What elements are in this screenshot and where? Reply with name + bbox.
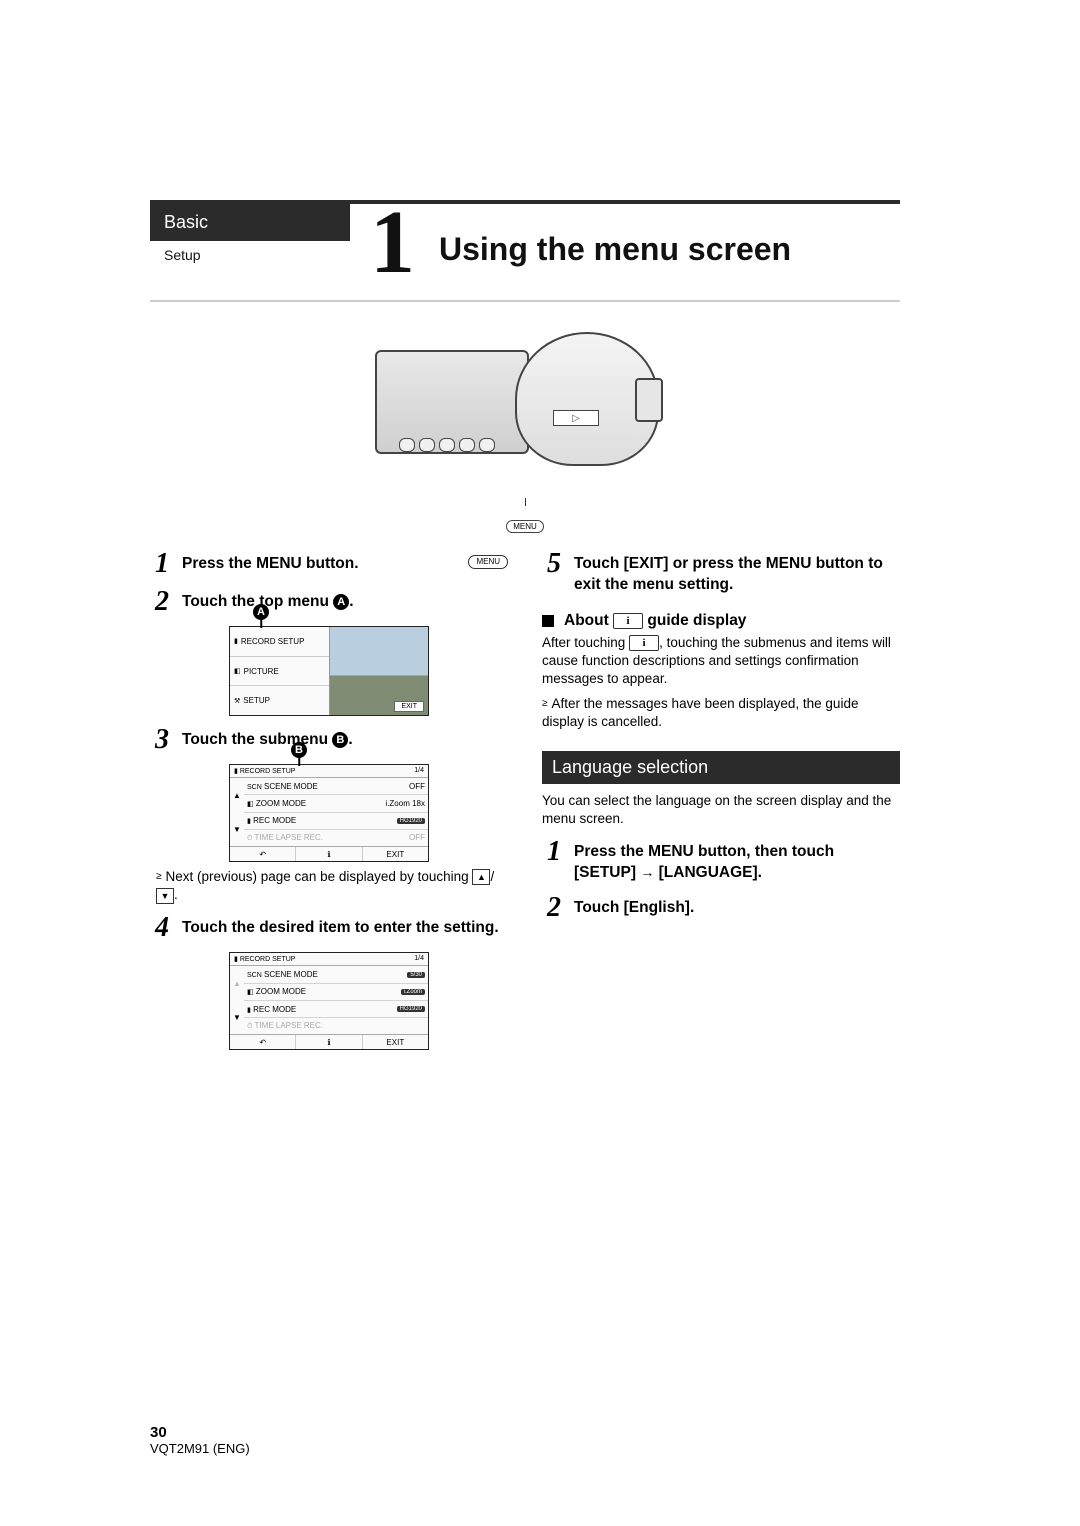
arrow-right-icon: → [640, 864, 654, 880]
page-footer: 30 VQT2M91 (ENG) [150, 1424, 250, 1456]
about-guide-heading: About i guide display [542, 612, 900, 630]
step-text: Press the MENU button. [182, 555, 359, 572]
page-number: 30 [150, 1424, 250, 1441]
step-number: 2 [150, 588, 174, 616]
category-label: Basic [150, 204, 350, 241]
screenshot-top-menu: A ▮RECORD SETUP ◧PICTURE ⚒SETUP EXIT [229, 626, 429, 716]
step-3: 3 Touch the submenu B. [150, 726, 508, 754]
step-number: 1 [542, 838, 566, 866]
step-text: Touch the desired item to enter the sett… [182, 914, 508, 939]
step-number: 2 [542, 894, 566, 922]
lang-step-1: 1 Press the MENU button, then touch [SET… [542, 838, 900, 884]
step-4: 4 Touch the desired item to enter the se… [150, 914, 508, 942]
chapter-title: Using the menu screen [439, 231, 791, 268]
step-2: 2 Touch the top menu A. [150, 588, 508, 616]
menu-pointer: MENU [150, 498, 900, 534]
chapter-number: 1 [370, 198, 415, 288]
language-intro: You can select the language on the scree… [542, 792, 900, 828]
step-number: 5 [542, 550, 566, 578]
down-key-icon: ▼ [156, 888, 174, 904]
about-paragraph: After touching i, touching the submenus … [542, 634, 900, 689]
camcorder-illustration [375, 332, 675, 492]
doc-code: VQT2M91 (ENG) [150, 1441, 250, 1456]
up-key-icon: ▲ [472, 869, 490, 885]
callout-b: B [332, 732, 348, 748]
step-text: Touch the submenu [182, 731, 332, 748]
menu-icon-label: MENU [468, 555, 508, 570]
bullet-square-icon [542, 615, 554, 627]
language-section-heading: Language selection [542, 751, 900, 784]
step-text: Touch [EXIT] or press the MENU button to… [574, 550, 900, 596]
info-icon: i [629, 635, 659, 651]
step-number: 4 [150, 914, 174, 942]
step-5: 5 Touch [EXIT] or press the MENU button … [542, 550, 900, 596]
screenshot-setting: ▮ RECORD SETUP 1/4 ▲▼ SCN SCENE MODE5/30… [229, 952, 429, 1050]
step-number: 1 [150, 550, 174, 578]
step-number: 3 [150, 726, 174, 754]
subcategory-label: Setup [150, 241, 350, 263]
callout-a-marker: A [253, 604, 269, 620]
note-paging: ≥Next (previous) page can be displayed b… [156, 868, 508, 904]
callout-a: A [333, 594, 349, 610]
callout-b-marker: B [291, 742, 307, 758]
step-1: 1 Press the MENU button. MENU [150, 550, 508, 578]
info-icon: i [613, 613, 643, 629]
screenshot-submenu: B ▮ RECORD SETUP 1/4 ▲▼ SCN SCENE MODEOF… [229, 764, 429, 862]
step-text: Touch [English]. [574, 894, 900, 919]
lang-step-2: 2 Touch [English]. [542, 894, 900, 922]
about-note: ≥After the messages have been displayed,… [542, 695, 900, 731]
menu-button-label: MENU [506, 520, 544, 533]
exit-label: EXIT [394, 701, 424, 712]
